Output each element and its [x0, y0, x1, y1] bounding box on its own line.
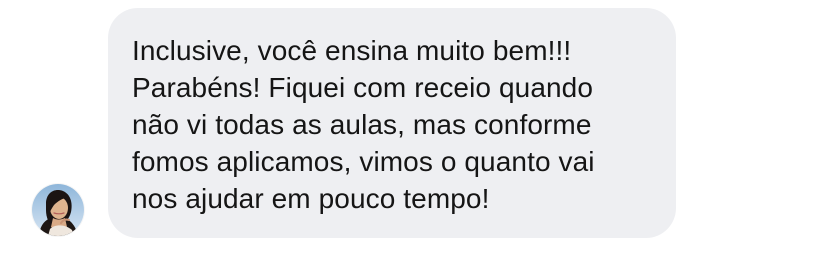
message-line-1: Inclusive, você ensina muito bem!!! — [132, 35, 572, 66]
message-line-3: não vi todas as aulas, mas conforme — [132, 109, 592, 140]
message-line-5: nos ajudar em pouco tempo! — [132, 183, 490, 214]
message-line-2: Parabéns! Fiquei com receio quando — [132, 72, 594, 103]
sender-avatar[interactable] — [32, 184, 84, 236]
message-text: Inclusive, você ensina muito bem!!! Para… — [132, 32, 652, 217]
profile-photo-icon — [32, 184, 84, 236]
message-line-4: fomos aplicamos, vimos o quanto vai — [132, 146, 595, 177]
message-bubble: Inclusive, você ensina muito bem!!! Para… — [108, 8, 676, 238]
